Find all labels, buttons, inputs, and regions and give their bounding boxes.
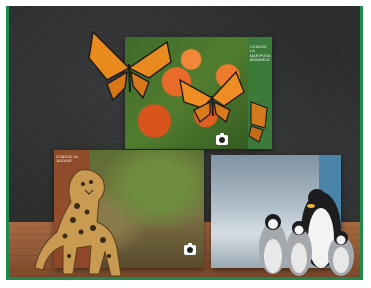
- butterfly-small: [248, 101, 268, 143]
- card-side-text: CONOCE LA MARIPOSA MONARCA: [250, 45, 271, 63]
- camera-icon[interactable]: [184, 243, 196, 255]
- butterfly-large: [88, 30, 172, 102]
- butterfly-medium: [179, 70, 245, 124]
- penguin-group: [259, 189, 354, 276]
- jaguar: [34, 169, 122, 277]
- camera-icon[interactable]: [216, 133, 228, 145]
- ar-scene-frame: CONOCE LA MARIPOSA MONARCA CONOCE AL JAG…: [6, 6, 363, 280]
- card-side-text: CONOCE AL JAGUAR: [56, 155, 79, 164]
